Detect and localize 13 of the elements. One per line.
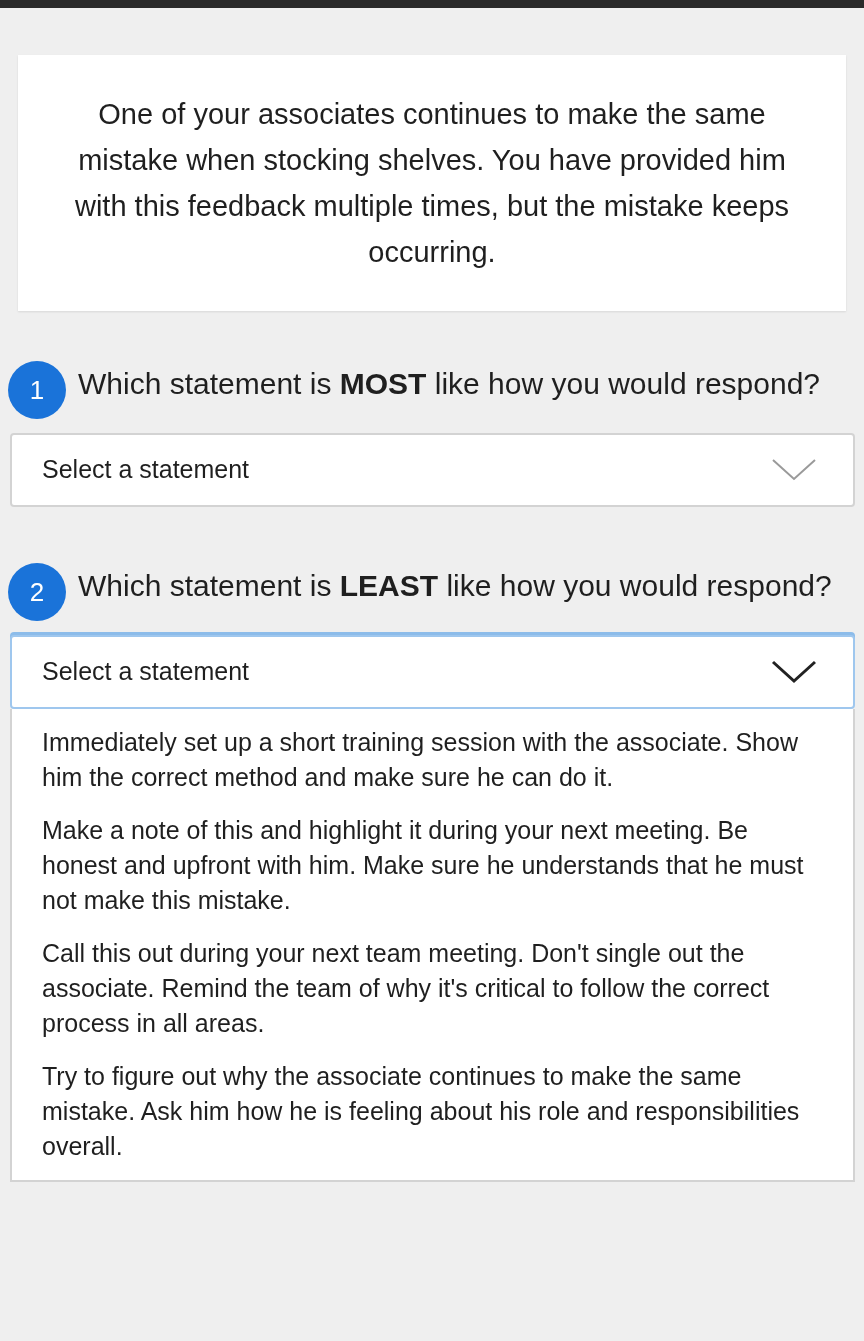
statement-option[interactable]: Make a note of this and highlight it during your next meeting. Be honest and upfront with him. Make sure he understands that he must not make this mistake.	[12, 813, 853, 918]
statement-select[interactable]: Select a statement	[10, 433, 855, 507]
question-number: 1	[8, 361, 66, 419]
chevron-down-icon	[771, 660, 817, 684]
statement-option[interactable]: Call this out during your next team meeting. Don't single out the associate. Remind the team of why it's critical to follow the correct process in all areas.	[12, 936, 853, 1041]
statement-option[interactable]: Immediately set up a short training session with the associate. Show him the correct method and make sure he can do it.	[12, 725, 853, 795]
question-text: Which statement is MOST like how you would respond?	[78, 366, 820, 402]
question-text: Which statement is LEAST like how you would respond?	[78, 568, 832, 604]
chevron-down-icon	[771, 458, 817, 482]
statement-select[interactable]: Select a statement	[10, 635, 855, 709]
statement-option[interactable]: Try to figure out why the associate continues to make the same mistake. Ask him how he is feeling about his role and responsibilities overall.	[12, 1059, 853, 1164]
scenario-card: One of your associates continues to make the same mistake when stocking shelves. You have provided him with this feedback multiple times, but the mistake keeps occurring.	[18, 55, 846, 311]
question-number: 2	[8, 563, 66, 621]
